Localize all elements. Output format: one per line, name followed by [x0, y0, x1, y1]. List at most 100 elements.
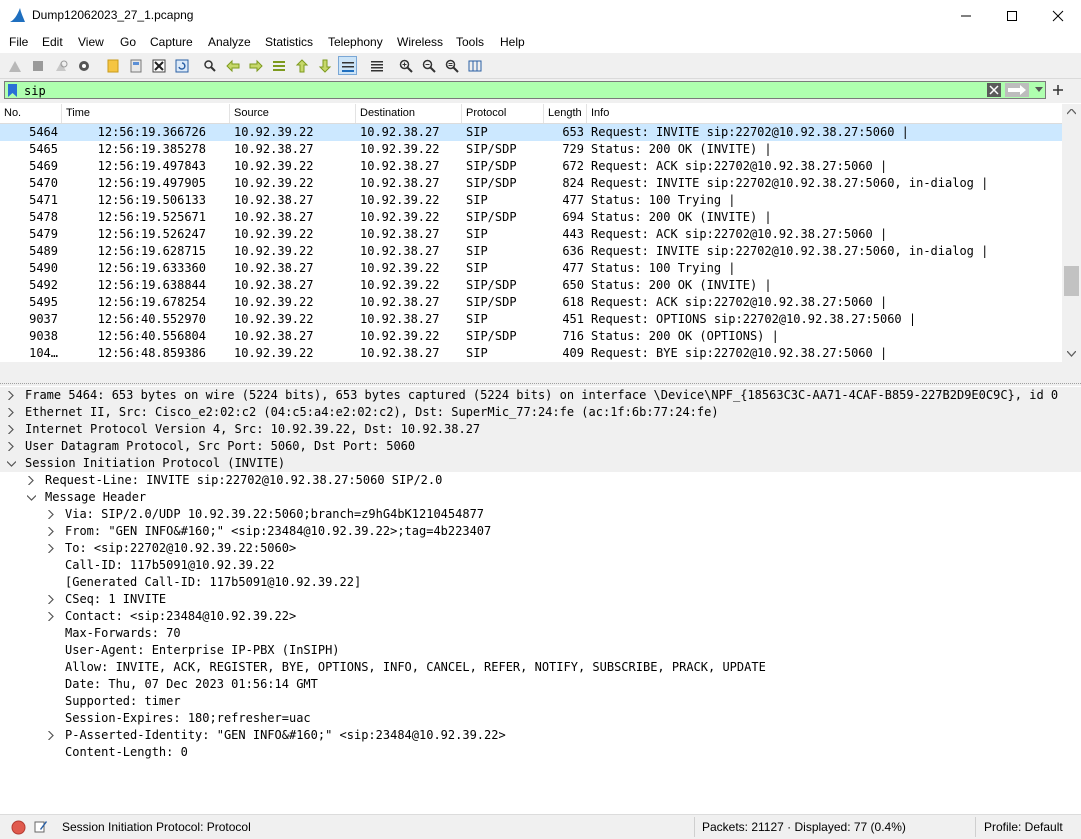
menu-edit[interactable]: Edit [42, 35, 63, 49]
expanded-arrow-icon[interactable] [26, 489, 36, 506]
last-packet-button[interactable] [315, 56, 334, 75]
edit-comment-icon[interactable] [33, 819, 48, 834]
normal-size-button[interactable] [442, 56, 461, 75]
restart-capture-button[interactable] [51, 56, 70, 75]
packet-row[interactable]: 9038 12:56:40.556804 10.92.38.27 10.92.39.2… [0, 328, 1062, 345]
add-filter-button-button[interactable] [1050, 82, 1066, 98]
column-destination[interactable]: Destination [356, 104, 462, 123]
pane-splitter[interactable] [0, 362, 1081, 386]
first-packet-button[interactable] [292, 56, 311, 75]
packet-row[interactable]: 5465 12:56:19.385278 10.92.38.27 10.92.39.2… [0, 141, 1062, 158]
go-back-button[interactable] [223, 56, 242, 75]
packet-row[interactable]: 104… 12:56:48.859386 10.92.39.22 10.92.38.2… [0, 345, 1062, 362]
recent-filters-dropdown[interactable] [1033, 83, 1045, 97]
detail-row[interactable]: Session Initiation Protocol (INVITE) [0, 455, 1081, 472]
detail-row[interactable]: User-Agent: Enterprise IP-PBX (InSIPH) [0, 642, 1081, 659]
collapsed-arrow-icon[interactable] [6, 421, 16, 438]
column-protocol[interactable]: Protocol [462, 104, 544, 123]
capture-options-button[interactable] [74, 56, 93, 75]
packet-row[interactable]: 5464 12:56:19.366726 10.92.39.22 10.92.38.2… [0, 124, 1062, 141]
collapsed-arrow-icon[interactable] [6, 438, 16, 455]
menu-telephony[interactable]: Telephony [328, 35, 383, 49]
column-time[interactable]: Time [62, 104, 230, 123]
detail-row[interactable]: Supported: timer [0, 693, 1081, 710]
apply-filter-button[interactable] [1005, 83, 1029, 97]
collapsed-arrow-icon[interactable] [46, 540, 56, 557]
collapsed-arrow-icon[interactable] [46, 727, 56, 744]
detail-row[interactable]: Max-Forwards: 70 [0, 625, 1081, 642]
detail-row[interactable]: Internet Protocol Version 4, Src: 10.92.… [0, 421, 1081, 438]
save-file-button[interactable] [126, 56, 145, 75]
packet-row[interactable]: 5478 12:56:19.525671 10.92.38.27 10.92.39.2… [0, 209, 1062, 226]
menu-view[interactable]: View [78, 35, 104, 49]
resize-columns-button[interactable] [465, 56, 484, 75]
bookmark-icon[interactable] [8, 84, 17, 97]
detail-row[interactable]: Frame 5464: 653 bytes on wire (5224 bits… [0, 387, 1081, 404]
zoom-out-button[interactable] [419, 56, 438, 75]
detail-row[interactable]: To: <sip:22702@10.92.39.22:5060> [0, 540, 1081, 557]
detail-row[interactable]: Allow: INVITE, ACK, REGISTER, BYE, OPTIO… [0, 659, 1081, 676]
column-info[interactable]: Info [587, 104, 1062, 123]
detail-row[interactable]: User Datagram Protocol, Src Port: 5060, … [0, 438, 1081, 455]
clear-filter-button[interactable] [987, 83, 1001, 97]
detail-row[interactable]: P-Asserted-Identity: "GEN INFO&#160;" <s… [0, 727, 1081, 744]
go-forward-button[interactable] [246, 56, 265, 75]
autoscroll-button[interactable] [338, 56, 357, 75]
menu-tools[interactable]: Tools [456, 35, 484, 49]
maximize-button[interactable] [989, 0, 1035, 31]
chevron-up-icon[interactable] [1067, 109, 1076, 115]
packet-row[interactable]: 5495 12:56:19.678254 10.92.39.22 10.92.38.2… [0, 294, 1062, 311]
find-packet-button[interactable] [200, 56, 219, 75]
packet-list[interactable]: No. Time Source Destination Protocol Len… [0, 104, 1081, 362]
detail-row[interactable]: Content-Length: 0 [0, 744, 1081, 761]
close-file-button[interactable] [149, 56, 168, 75]
packet-row[interactable]: 5490 12:56:19.633360 10.92.38.27 10.92.39.2… [0, 260, 1062, 277]
zoom-in-button[interactable] [396, 56, 415, 75]
colorize-button[interactable] [367, 56, 386, 75]
menu-go[interactable]: Go [120, 35, 136, 49]
expert-info-icon[interactable] [11, 820, 26, 835]
detail-row[interactable]: Date: Thu, 07 Dec 2023 01:56:14 GMT [0, 676, 1081, 693]
stop-capture-button[interactable] [28, 56, 47, 75]
detail-row[interactable]: [Generated Call-ID: 117b5091@10.92.39.22… [0, 574, 1081, 591]
menu-help[interactable]: Help [500, 35, 525, 49]
menu-statistics[interactable]: Statistics [265, 35, 313, 49]
open-file-button[interactable] [103, 56, 122, 75]
column-source[interactable]: Source [230, 104, 356, 123]
detail-row[interactable]: Message Header [0, 489, 1081, 506]
packet-row[interactable]: 5471 12:56:19.506133 10.92.38.27 10.92.39.2… [0, 192, 1062, 209]
packet-list-scrollbar[interactable] [1062, 104, 1081, 362]
scrollbar-thumb[interactable] [1064, 266, 1079, 296]
packet-row[interactable]: 5470 12:56:19.497905 10.92.39.22 10.92.38.2… [0, 175, 1062, 192]
collapsed-arrow-icon[interactable] [6, 404, 16, 421]
menu-analyze[interactable]: Analyze [208, 35, 251, 49]
chevron-down-icon[interactable] [1067, 351, 1076, 357]
packet-row[interactable]: 5479 12:56:19.526247 10.92.39.22 10.92.38.2… [0, 226, 1062, 243]
detail-row[interactable]: Contact: <sip:23484@10.92.39.22> [0, 608, 1081, 625]
packet-details-tree[interactable]: Frame 5464: 653 bytes on wire (5224 bits… [0, 386, 1081, 814]
expanded-arrow-icon[interactable] [6, 455, 16, 472]
detail-row[interactable]: CSeq: 1 INVITE [0, 591, 1081, 608]
collapsed-arrow-icon[interactable] [46, 591, 56, 608]
collapsed-arrow-icon[interactable] [6, 387, 16, 404]
status-profile[interactable]: Profile: Default [984, 820, 1063, 834]
column-length[interactable]: Length [544, 104, 587, 123]
collapsed-arrow-icon[interactable] [46, 523, 56, 540]
column-no[interactable]: No. [0, 104, 62, 123]
display-filter-input[interactable]: sip [4, 81, 1046, 99]
menu-file[interactable]: File [9, 35, 28, 49]
menu-wireless[interactable]: Wireless [397, 35, 443, 49]
reload-file-button[interactable] [172, 56, 191, 75]
detail-row[interactable]: Call-ID: 117b5091@10.92.39.22 [0, 557, 1081, 574]
packet-row[interactable]: 5492 12:56:19.638844 10.92.38.27 10.92.39.2… [0, 277, 1062, 294]
detail-row[interactable]: Ethernet II, Src: Cisco_e2:02:c2 (04:c5:… [0, 404, 1081, 421]
packet-row[interactable]: 5489 12:56:19.628715 10.92.39.22 10.92.38.2… [0, 243, 1062, 260]
detail-row[interactable]: Request-Line: INVITE sip:22702@10.92.38.… [0, 472, 1081, 489]
packet-row[interactable]: 9037 12:56:40.552970 10.92.39.22 10.92.38.2… [0, 311, 1062, 328]
go-to-packet-button[interactable] [269, 56, 288, 75]
start-capture-button[interactable] [5, 56, 24, 75]
collapsed-arrow-icon[interactable] [26, 472, 36, 489]
packet-row[interactable]: 5469 12:56:19.497843 10.92.39.22 10.92.38.2… [0, 158, 1062, 175]
menu-capture[interactable]: Capture [150, 35, 193, 49]
collapsed-arrow-icon[interactable] [46, 506, 56, 523]
